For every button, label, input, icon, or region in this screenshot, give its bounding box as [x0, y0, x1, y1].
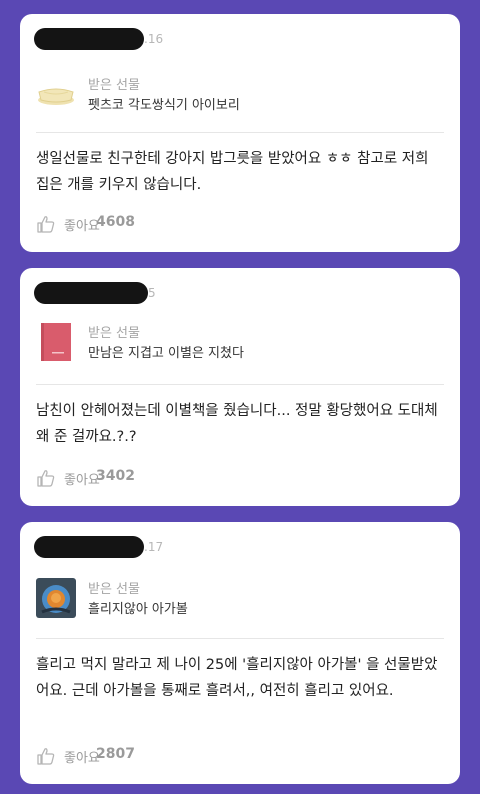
redacted-username — [34, 536, 144, 558]
like-label: 좋아요 — [64, 751, 100, 766]
review-text: 남친이 안헤어졌는데 이별책을 줬습니다... 정말 황당했어요 도대체 왜 준… — [36, 403, 438, 445]
like-count: 3402 — [96, 468, 135, 484]
card-header: .16 — [34, 28, 434, 52]
card-header: .17 — [34, 536, 434, 560]
gift-info[interactable]: 받은 선물 만남은 지겹고 이별은 지쳤다 — [36, 322, 436, 372]
gift-label: 받은 선물 — [88, 582, 140, 597]
like-button[interactable]: 좋아요 2807 — [36, 746, 196, 766]
thumbs-up-icon — [37, 470, 55, 487]
like-button[interactable]: 좋아요 3402 — [36, 468, 196, 488]
like-label: 좋아요 — [64, 473, 100, 488]
redacted-username — [34, 28, 144, 50]
post-date: .16 — [144, 32, 164, 46]
card-header: 5 — [34, 282, 434, 306]
post-date: 5 — [148, 286, 156, 300]
baby-bowl-thumbnail — [36, 578, 76, 618]
divider — [36, 132, 444, 133]
gift-name: 흘리지않아 아가볼 — [88, 602, 188, 617]
review-text: 생일선물로 친구한테 강아지 밥그릇을 받았어요 ㅎㅎ 참고로 저희 집은 개를… — [36, 151, 429, 193]
review-card-1: .16 받은 선물 펫츠코 각도쌍식기 아이보리 생일선물로 친구한테 강아지 … — [20, 14, 460, 252]
divider — [36, 638, 444, 639]
gift-info[interactable]: 받은 선물 펫츠코 각도쌍식기 아이보리 — [36, 74, 436, 124]
like-count: 4608 — [96, 214, 135, 230]
redacted-username — [34, 282, 148, 304]
thumbs-up-icon — [37, 748, 55, 765]
thumbs-up-icon — [37, 216, 55, 233]
gift-label: 받은 선물 — [88, 78, 140, 93]
like-label: 좋아요 — [64, 219, 100, 234]
like-button[interactable]: 좋아요 4608 — [36, 214, 196, 234]
review-card-3: .17 받은 선물 흘리지않아 아가볼 흘리고 먹지 말라고 제 나이 25에 … — [20, 522, 460, 784]
gift-label: 받은 선물 — [88, 326, 140, 341]
gift-name: 만남은 지겹고 이별은 지쳤다 — [88, 346, 244, 361]
review-card-2: 5 받은 선물 만남은 지겹고 이별은 지쳤다 남친이 안헤어졌는데 이별책을 … — [20, 268, 460, 506]
pink-book-thumbnail — [41, 323, 71, 361]
review-text: 흘리고 먹지 말라고 제 나이 25에 '흘리지않아 아가볼' 을 선물받았어요… — [36, 657, 438, 699]
post-date: .17 — [144, 540, 164, 554]
ivory-bowl-thumbnail — [38, 88, 74, 105]
gift-info[interactable]: 받은 선물 흘리지않아 아가볼 — [36, 578, 436, 628]
divider — [36, 384, 444, 385]
like-count: 2807 — [96, 746, 135, 762]
gift-name: 펫츠코 각도쌍식기 아이보리 — [88, 98, 240, 113]
